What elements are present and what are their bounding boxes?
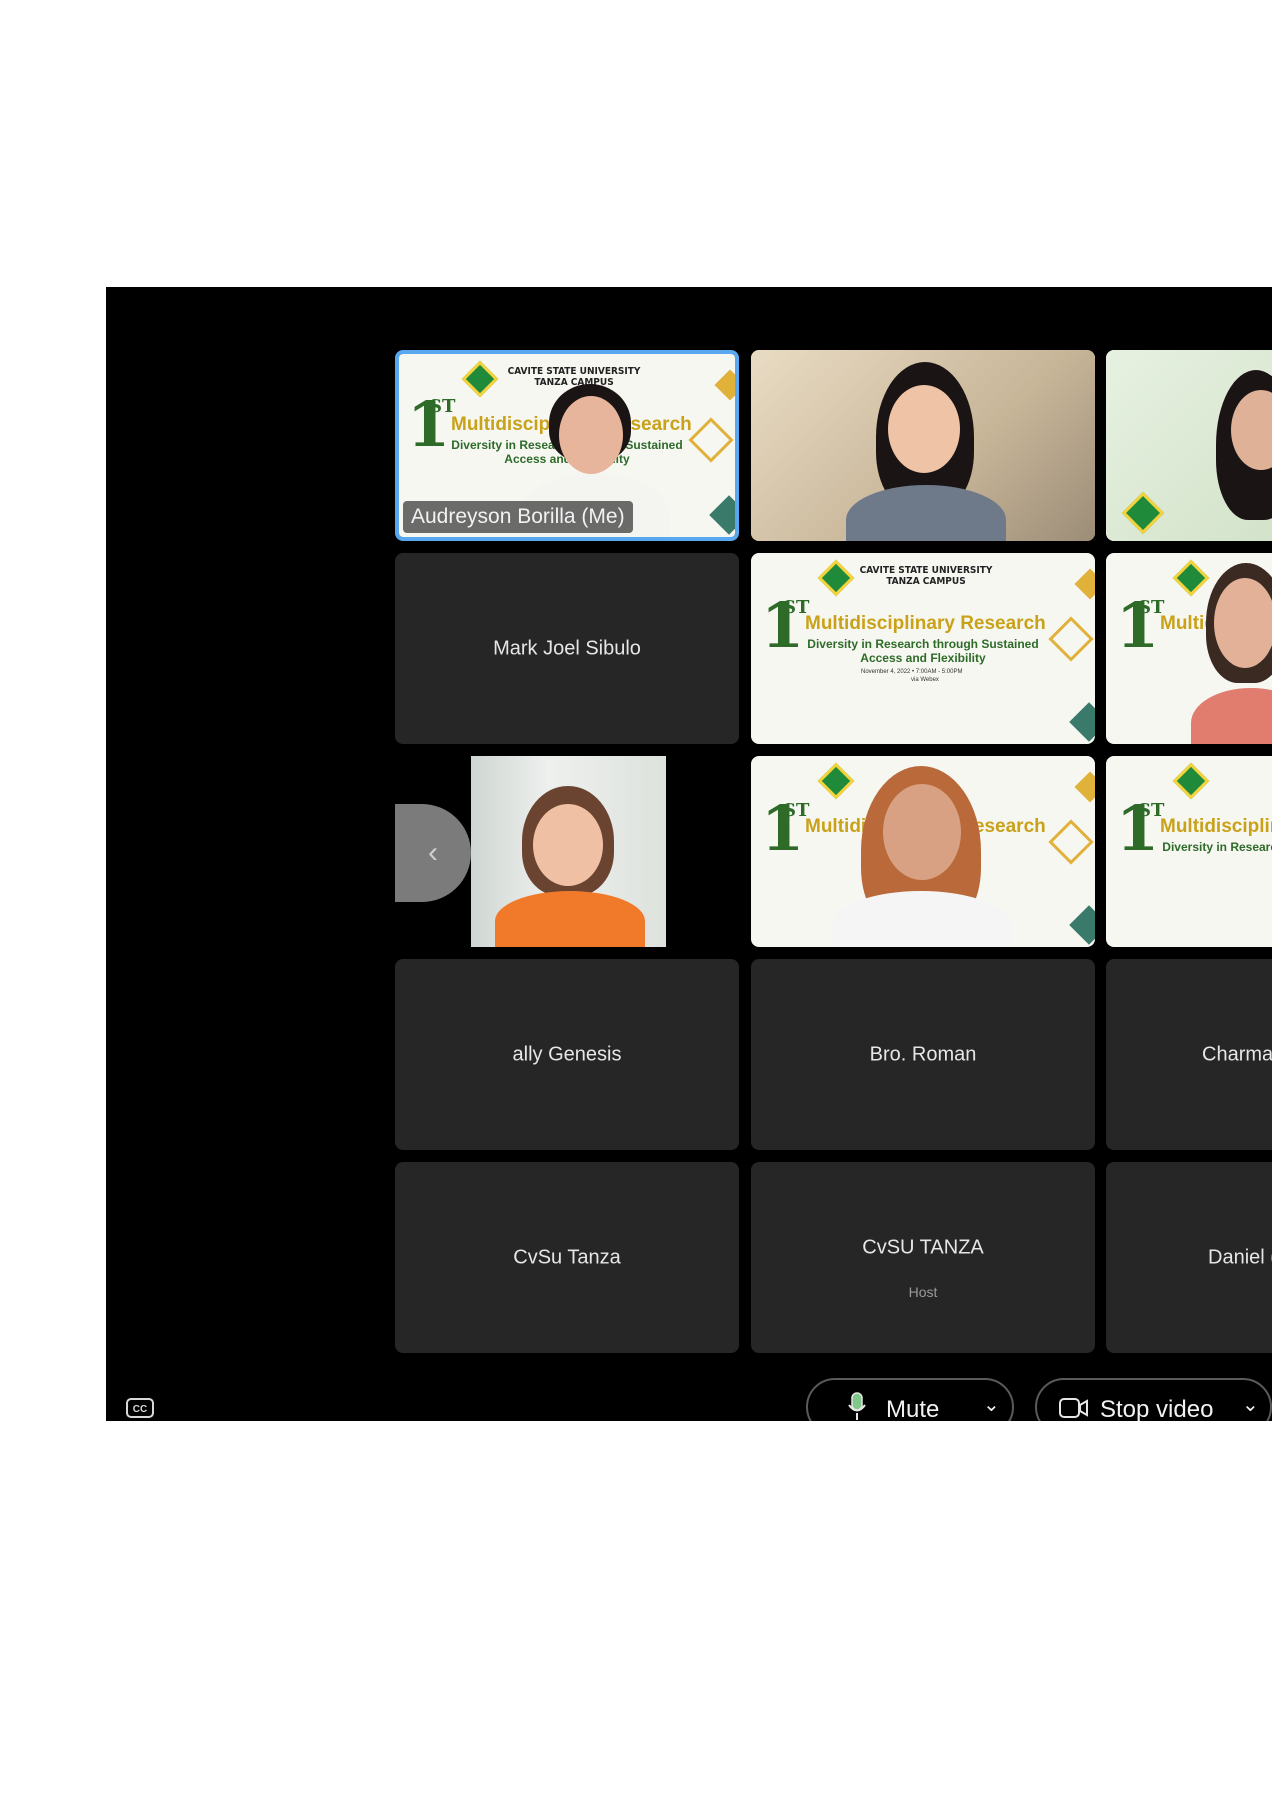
participant-face [559, 396, 623, 474]
video-tile-participant[interactable] [751, 350, 1095, 541]
participant-tile-ally[interactable]: ally Genesis [395, 959, 739, 1150]
video-tile-participant[interactable]: ‹ [395, 756, 739, 947]
participant-name: Daniel ( [1208, 1246, 1272, 1268]
university-logo-icon [1172, 762, 1210, 800]
mute-label: Mute [886, 1396, 940, 1421]
participant-tile-cvsu-tanza[interactable]: CvSu Tanza [395, 1162, 739, 1353]
banner-via: via Webex [911, 677, 939, 683]
banner-date: November 4, 2022 • 7:00AM - 5:00PM [861, 669, 963, 675]
closed-captions-button[interactable]: CC [126, 1398, 154, 1418]
participant-tile-daniel[interactable]: Daniel ( [1106, 1162, 1272, 1353]
microphone-icon [848, 1392, 866, 1420]
stop-video-label: Stop video [1100, 1396, 1214, 1421]
video-tile-participant[interactable]: 1 ST Multidisciplinary Research [751, 756, 1095, 947]
participant-tile-host[interactable]: CvSU TANZA Host [751, 1162, 1095, 1353]
university-logo-icon [461, 360, 499, 398]
participant-face [883, 784, 961, 880]
participant-face [533, 804, 603, 886]
video-tile-participant[interactable]: 1 ST Multidisciplinary Research [1106, 553, 1272, 744]
participant-name: ally Genesis [512, 1043, 622, 1065]
participant-face [1214, 578, 1272, 668]
participant-name: Charmai [1202, 1043, 1272, 1065]
participant-name: Bro. Roman [869, 1043, 977, 1065]
participant-face [888, 385, 960, 473]
event-banner-background: CAVITE STATE UNIVERSITY TANZA CAMPUS 1 S… [751, 553, 1095, 744]
closed-captions-icon: CC [132, 1404, 148, 1415]
participant-name: CvSU TANZA [862, 1236, 984, 1259]
stop-video-button[interactable]: Stop video ⌄ [1035, 1378, 1272, 1421]
participant-tile-roman[interactable]: Bro. Roman [751, 959, 1095, 1150]
participant-tile-charmai[interactable]: Charmai [1106, 959, 1272, 1150]
university-logo-icon [817, 559, 855, 597]
participant-name: Mark Joel Sibulo [493, 637, 641, 659]
mute-button[interactable]: Mute ⌄ [806, 1378, 1014, 1421]
meeting-window: CAVITE STATE UNIVERSITY TANZA CAMPUS 1 S… [106, 287, 1272, 1421]
video-tile-self[interactable]: CAVITE STATE UNIVERSITY TANZA CAMPUS 1 S… [395, 350, 739, 541]
video-tile-participant[interactable] [1106, 350, 1272, 541]
participant-name: CvSu Tanza [513, 1246, 621, 1268]
participant-tile-mark[interactable]: Mark Joel Sibulo [395, 553, 739, 744]
university-logo-icon [817, 762, 855, 800]
video-tile-participant[interactable]: 1 ST Multidisciplinary Research Diversit… [1106, 756, 1272, 947]
host-badge: Host [908, 1284, 938, 1301]
video-camera-icon [1059, 1398, 1088, 1418]
event-banner-background: 1 ST Multidisciplinary Research Diversit… [1106, 756, 1272, 947]
chevron-left-icon: ‹ [428, 836, 438, 869]
previous-page-button[interactable]: ‹ [395, 804, 471, 902]
self-name-label: Audreyson Borilla (Me) [403, 501, 633, 533]
university-logo-icon [1172, 559, 1210, 597]
banner-university: CAVITE STATE UNIVERSITY [507, 366, 641, 377]
video-tile-participant[interactable]: CAVITE STATE UNIVERSITY TANZA CAMPUS 1 S… [751, 553, 1095, 744]
chevron-down-icon[interactable]: ⌄ [983, 1392, 1000, 1417]
chevron-down-icon[interactable]: ⌄ [1242, 1392, 1259, 1417]
